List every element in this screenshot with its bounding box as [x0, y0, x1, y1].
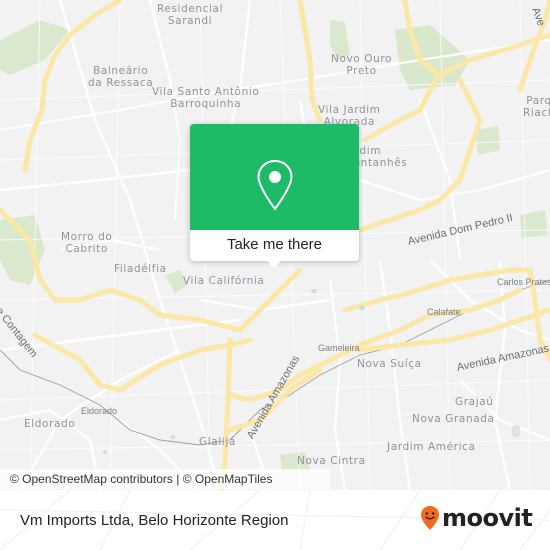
neighborhood-label: Vila Santo Antônio Barroquinha	[152, 86, 260, 110]
neighborhood-label: Jardim América	[387, 441, 476, 453]
neighborhood-label: Vila Califórnia	[183, 275, 265, 287]
neighborhood-label: Residencial Sarandi	[157, 3, 224, 27]
map[interactable]: Residencial Sarandi Balneário da Ressaca…	[0, 0, 550, 490]
take-me-there-button[interactable]: Take me there	[190, 230, 359, 261]
location-pin-icon	[257, 159, 293, 211]
map-attribution[interactable]: © OpenStreetMap contributors | © OpenMap…	[0, 469, 330, 489]
destination-popup: Take me there	[190, 124, 359, 268]
neighborhood-label: Nova Suíça	[357, 358, 422, 370]
neighborhood-label: Glalijá	[199, 436, 236, 448]
neighborhood-label: Eldorado	[24, 418, 76, 430]
place-title: Vm Imports Ltda, Belo Horizonte Region	[20, 512, 289, 529]
moovit-logo[interactable]: moovit	[420, 504, 533, 532]
station-label: Eldorado	[81, 406, 118, 416]
neighborhood-label: Balneário da Ressaca	[88, 65, 154, 89]
popup-header	[190, 124, 359, 230]
neighborhood-label: Parq Riach	[523, 95, 550, 119]
neighborhood-label: Nova Granada	[412, 413, 495, 425]
neighborhood-label: Nova Cintra	[297, 455, 366, 467]
station-label: Gameleira	[318, 343, 360, 353]
moovit-smiley-pin-icon	[421, 506, 439, 530]
neighborhood-label: Filadélfia	[114, 263, 167, 275]
station-label: Calafate	[427, 307, 461, 317]
neighborhood-label: Grajaú	[455, 396, 494, 408]
moovit-wordmark: moovit	[442, 504, 533, 532]
neighborhood-label: Novo Ouro Preto	[331, 53, 393, 77]
station-label: Carlos Prates	[497, 277, 550, 287]
popup-pointer	[266, 260, 282, 268]
neighborhood-label: Morro do Cabrito	[61, 231, 113, 255]
